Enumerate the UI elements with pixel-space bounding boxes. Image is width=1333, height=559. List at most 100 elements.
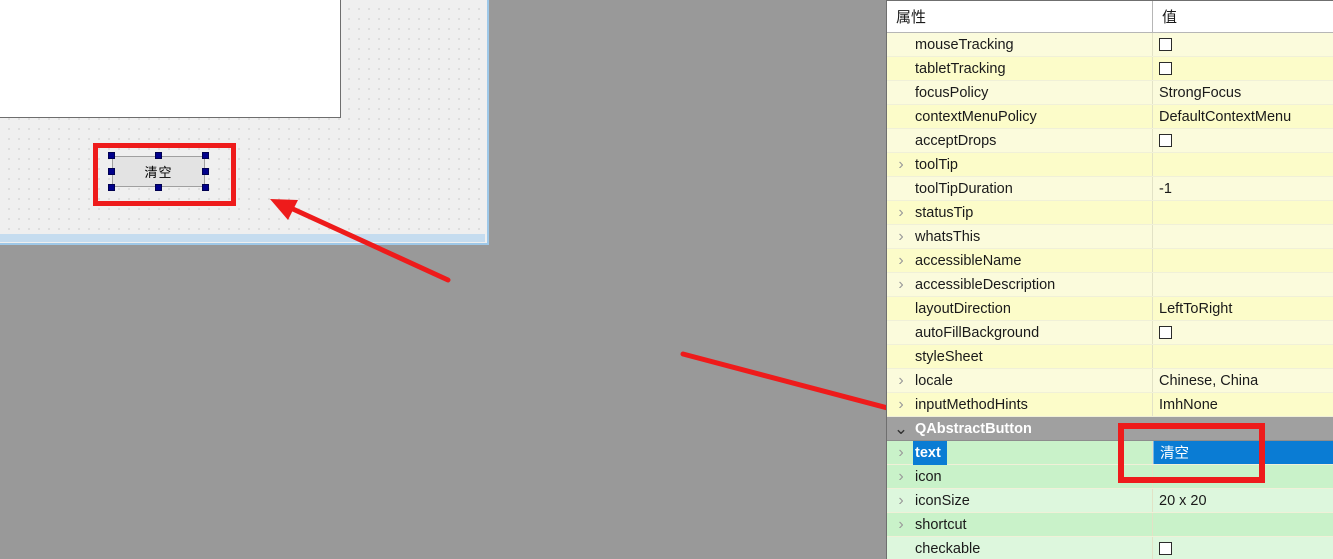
property-name-label: accessibleDescription xyxy=(915,276,1056,293)
property-value-cell[interactable] xyxy=(1153,417,1333,440)
property-value-cell[interactable] xyxy=(1153,129,1333,152)
property-row[interactable]: › inputMethodHints ImhNone xyxy=(887,393,1333,417)
property-value-cell[interactable] xyxy=(1153,273,1333,296)
header-value-column[interactable]: 值 xyxy=(1153,1,1333,32)
property-row[interactable]: › statusTip xyxy=(887,201,1333,225)
property-value-cell[interactable]: -1 xyxy=(1153,177,1333,200)
property-row[interactable]: › whatsThis xyxy=(887,225,1333,249)
property-value-cell[interactable]: StrongFocus xyxy=(1153,81,1333,104)
canvas-bottom-strip xyxy=(0,234,485,242)
property-row[interactable]: › iconSize 20 x 20 xyxy=(887,489,1333,513)
property-value-cell[interactable] xyxy=(1153,321,1333,344)
resize-handle-middle-right[interactable] xyxy=(202,168,209,175)
property-row[interactable]: › text 清空 xyxy=(887,440,1333,465)
property-value-cell[interactable]: DefaultContextMenu xyxy=(1153,105,1333,128)
property-value-cell[interactable] xyxy=(1153,225,1333,248)
property-row[interactable]: › shortcut xyxy=(887,513,1333,537)
property-value-cell[interactable]: 清空 xyxy=(1153,441,1333,464)
property-row[interactable]: › icon xyxy=(887,465,1333,489)
property-row[interactable]: focusPolicy StrongFocus xyxy=(887,81,1333,105)
property-row[interactable]: checkable xyxy=(887,537,1333,559)
property-name-cell[interactable]: layoutDirection xyxy=(887,297,1153,320)
property-name-cell[interactable]: contextMenuPolicy xyxy=(887,105,1153,128)
property-row[interactable]: › accessibleDescription xyxy=(887,273,1333,297)
property-value-cell[interactable] xyxy=(1153,57,1333,80)
property-name-cell[interactable]: › statusTip xyxy=(887,201,1153,224)
property-name-cell[interactable]: toolTipDuration xyxy=(887,177,1153,200)
checkbox-unchecked-icon[interactable] xyxy=(1159,326,1172,339)
checkbox-unchecked-icon[interactable] xyxy=(1159,62,1172,75)
property-name-cell[interactable]: › locale xyxy=(887,369,1153,392)
property-value-cell[interactable] xyxy=(1153,249,1333,272)
header-property-column[interactable]: 属性 xyxy=(887,1,1153,32)
property-name-cell[interactable]: › icon xyxy=(887,465,1153,488)
property-name-cell[interactable]: acceptDrops xyxy=(887,129,1153,152)
checkbox-unchecked-icon[interactable] xyxy=(1159,38,1172,51)
property-row[interactable]: › toolTip xyxy=(887,153,1333,177)
property-name-cell[interactable]: › toolTip xyxy=(887,153,1153,176)
push-button-face[interactable]: 清空 xyxy=(112,156,205,187)
property-value-cell[interactable] xyxy=(1153,33,1333,56)
form-design-canvas[interactable]: 清空 xyxy=(0,0,489,245)
property-row[interactable]: layoutDirection LeftToRight xyxy=(887,297,1333,321)
property-name-cell[interactable]: autoFillBackground xyxy=(887,321,1153,344)
checkbox-unchecked-icon[interactable] xyxy=(1159,542,1172,555)
property-row[interactable]: › locale Chinese, China xyxy=(887,369,1333,393)
chevron-right-icon[interactable]: › xyxy=(887,276,915,293)
property-value-cell[interactable]: ImhNone xyxy=(1153,393,1333,416)
chevron-right-icon[interactable]: › xyxy=(887,516,915,533)
chevron-right-icon[interactable]: › xyxy=(887,396,915,413)
property-editor-panel[interactable]: 属性 值 mouseTracking tabletTracking focusPol… xyxy=(886,0,1333,559)
checkbox-unchecked-icon[interactable] xyxy=(1159,134,1172,147)
resize-handle-top-left[interactable] xyxy=(108,152,115,159)
resize-handle-middle-left[interactable] xyxy=(108,168,115,175)
property-value-cell[interactable] xyxy=(1153,465,1333,488)
property-value-cell[interactable]: Chinese, China xyxy=(1153,369,1333,392)
selected-push-button-widget[interactable]: 清空 xyxy=(108,152,209,191)
property-name-cell[interactable]: › iconSize xyxy=(887,489,1153,512)
chevron-right-icon[interactable]: › xyxy=(887,468,915,485)
property-name-cell[interactable]: mouseTracking xyxy=(887,33,1153,56)
resize-handle-bottom-right[interactable] xyxy=(202,184,209,191)
property-value-cell[interactable]: LeftToRight xyxy=(1153,297,1333,320)
chevron-right-icon[interactable]: › xyxy=(887,492,915,509)
chevron-right-icon[interactable]: › xyxy=(887,444,915,461)
property-name-cell[interactable]: › text xyxy=(887,440,1153,465)
chevron-down-icon[interactable]: ⌄ xyxy=(887,420,915,437)
property-name-cell[interactable]: styleSheet xyxy=(887,345,1153,368)
property-group-row[interactable]: ⌄ QAbstractButton xyxy=(887,417,1333,441)
property-row[interactable]: acceptDrops xyxy=(887,129,1333,153)
property-row[interactable]: mouseTracking xyxy=(887,33,1333,57)
chevron-right-icon[interactable]: › xyxy=(887,228,915,245)
property-value-cell[interactable] xyxy=(1153,153,1333,176)
chevron-right-icon[interactable]: › xyxy=(887,252,915,269)
property-row[interactable]: styleSheet xyxy=(887,345,1333,369)
property-value-cell[interactable] xyxy=(1153,345,1333,368)
property-name-cell[interactable]: › shortcut xyxy=(887,513,1153,536)
property-row[interactable]: autoFillBackground xyxy=(887,321,1333,345)
resize-handle-top-center[interactable] xyxy=(155,152,162,159)
property-row[interactable]: tabletTracking xyxy=(887,57,1333,81)
property-value-cell[interactable]: 20 x 20 xyxy=(1153,489,1333,512)
property-name-cell[interactable]: › whatsThis xyxy=(887,225,1153,248)
resize-handle-bottom-center[interactable] xyxy=(155,184,162,191)
chevron-right-icon[interactable]: › xyxy=(887,156,915,173)
property-row[interactable]: › accessibleName xyxy=(887,249,1333,273)
property-value-cell[interactable] xyxy=(1153,513,1333,536)
property-name-cell[interactable]: › inputMethodHints xyxy=(887,393,1153,416)
property-name-cell[interactable]: tabletTracking xyxy=(887,57,1153,80)
property-value-cell[interactable] xyxy=(1153,201,1333,224)
property-name-cell[interactable]: focusPolicy xyxy=(887,81,1153,104)
chevron-right-icon[interactable]: › xyxy=(887,372,915,389)
property-name-cell[interactable]: ⌄ QAbstractButton xyxy=(887,417,1153,440)
chevron-right-icon[interactable]: › xyxy=(887,204,915,221)
form-white-panel[interactable] xyxy=(0,0,341,118)
property-row[interactable]: contextMenuPolicy DefaultContextMenu xyxy=(887,105,1333,129)
property-row[interactable]: toolTipDuration -1 xyxy=(887,177,1333,201)
property-value-cell[interactable] xyxy=(1153,537,1333,559)
property-name-cell[interactable]: › accessibleDescription xyxy=(887,273,1153,296)
resize-handle-bottom-left[interactable] xyxy=(108,184,115,191)
property-name-cell[interactable]: › accessibleName xyxy=(887,249,1153,272)
property-name-cell[interactable]: checkable xyxy=(887,537,1153,559)
resize-handle-top-right[interactable] xyxy=(202,152,209,159)
